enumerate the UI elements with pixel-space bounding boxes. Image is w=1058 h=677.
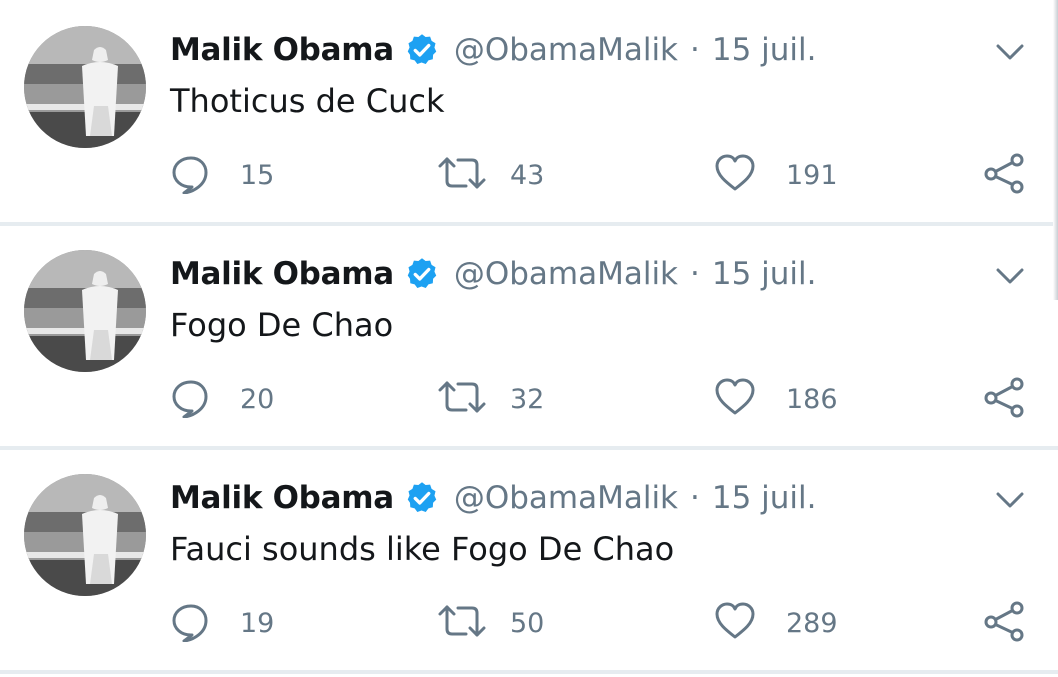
share-button[interactable]	[982, 374, 1026, 424]
tweet-text: Fauci sounds like Fogo De Chao	[170, 530, 675, 568]
like-count: 186	[786, 383, 838, 415]
author-handle[interactable]: @ObamaMalik	[454, 480, 678, 516]
tweet-divider	[0, 222, 1058, 226]
tweet-actions: 19 50 289	[0, 598, 1050, 648]
author-name[interactable]: Malik Obama	[170, 480, 394, 516]
like-count: 191	[786, 159, 838, 191]
header-separator: ·	[690, 32, 700, 68]
tweet-divider	[0, 670, 1058, 674]
avatar[interactable]	[24, 474, 146, 596]
author-handle[interactable]: @ObamaMalik	[454, 32, 678, 68]
tweet-date[interactable]: 15 juil.	[712, 256, 817, 292]
reply-icon	[170, 600, 212, 646]
reply-button[interactable]: 15	[170, 150, 274, 200]
reply-icon	[170, 152, 212, 198]
avatar[interactable]	[24, 250, 146, 372]
scroll-edge	[1053, 0, 1058, 300]
retweet-count: 50	[510, 607, 545, 639]
tweet-feed: Malik Obama @ObamaMalik · 15 juil. Thoti…	[0, 0, 1058, 677]
verified-badge-icon	[404, 480, 440, 516]
share-icon	[982, 152, 1026, 198]
share-icon	[982, 600, 1026, 646]
tweet-date[interactable]: 15 juil.	[712, 32, 817, 68]
reply-count: 19	[240, 607, 275, 639]
like-button[interactable]: 186	[714, 374, 838, 424]
reply-icon	[170, 376, 212, 422]
retweet-icon	[436, 152, 488, 198]
header-separator: ·	[690, 480, 700, 516]
tweet-divider	[0, 446, 1058, 450]
tweet-header: Malik Obama @ObamaMalik · 15 juil.	[170, 476, 817, 520]
verified-badge-icon	[404, 256, 440, 292]
reply-count: 20	[240, 383, 275, 415]
tweet-header: Malik Obama @ObamaMalik · 15 juil.	[170, 28, 817, 72]
like-button[interactable]: 289	[714, 598, 838, 648]
like-count: 289	[786, 607, 838, 639]
retweet-count: 43	[510, 159, 545, 191]
author-handle[interactable]: @ObamaMalik	[454, 256, 678, 292]
tweet-actions: 20 32 186	[0, 374, 1050, 424]
verified-badge-icon	[404, 32, 440, 68]
header-separator: ·	[690, 256, 700, 292]
heart-icon	[714, 376, 756, 422]
retweet-icon	[436, 600, 488, 646]
tweet-actions: 15 43 191	[0, 150, 1050, 200]
heart-icon	[714, 152, 756, 198]
share-button[interactable]	[982, 598, 1026, 648]
reply-count: 15	[240, 159, 275, 191]
reply-button[interactable]: 20	[170, 374, 274, 424]
tweet-date[interactable]: 15 juil.	[712, 480, 817, 516]
avatar[interactable]	[24, 26, 146, 148]
author-name[interactable]: Malik Obama	[170, 256, 394, 292]
retweet-button[interactable]: 50	[436, 598, 544, 648]
reply-button[interactable]: 19	[170, 598, 274, 648]
like-button[interactable]: 191	[714, 150, 838, 200]
share-icon	[982, 376, 1026, 422]
tweet-text: Thoticus de Cuck	[170, 82, 445, 120]
author-name[interactable]: Malik Obama	[170, 32, 394, 68]
retweet-button[interactable]: 43	[436, 150, 544, 200]
tweet-header: Malik Obama @ObamaMalik · 15 juil.	[170, 252, 817, 296]
chevron-down-icon[interactable]	[992, 38, 1028, 66]
chevron-down-icon[interactable]	[992, 486, 1028, 514]
tweet[interactable]: Malik Obama @ObamaMalik · 15 juil. Fauci…	[0, 448, 1050, 670]
tweet-text: Fogo De Chao	[170, 306, 394, 344]
share-button[interactable]	[982, 150, 1026, 200]
retweet-button[interactable]: 32	[436, 374, 544, 424]
tweet[interactable]: Malik Obama @ObamaMalik · 15 juil. Thoti…	[0, 0, 1050, 222]
retweet-icon	[436, 376, 488, 422]
tweet[interactable]: Malik Obama @ObamaMalik · 15 juil. Fogo …	[0, 224, 1050, 446]
heart-icon	[714, 600, 756, 646]
chevron-down-icon[interactable]	[992, 262, 1028, 290]
retweet-count: 32	[510, 383, 545, 415]
